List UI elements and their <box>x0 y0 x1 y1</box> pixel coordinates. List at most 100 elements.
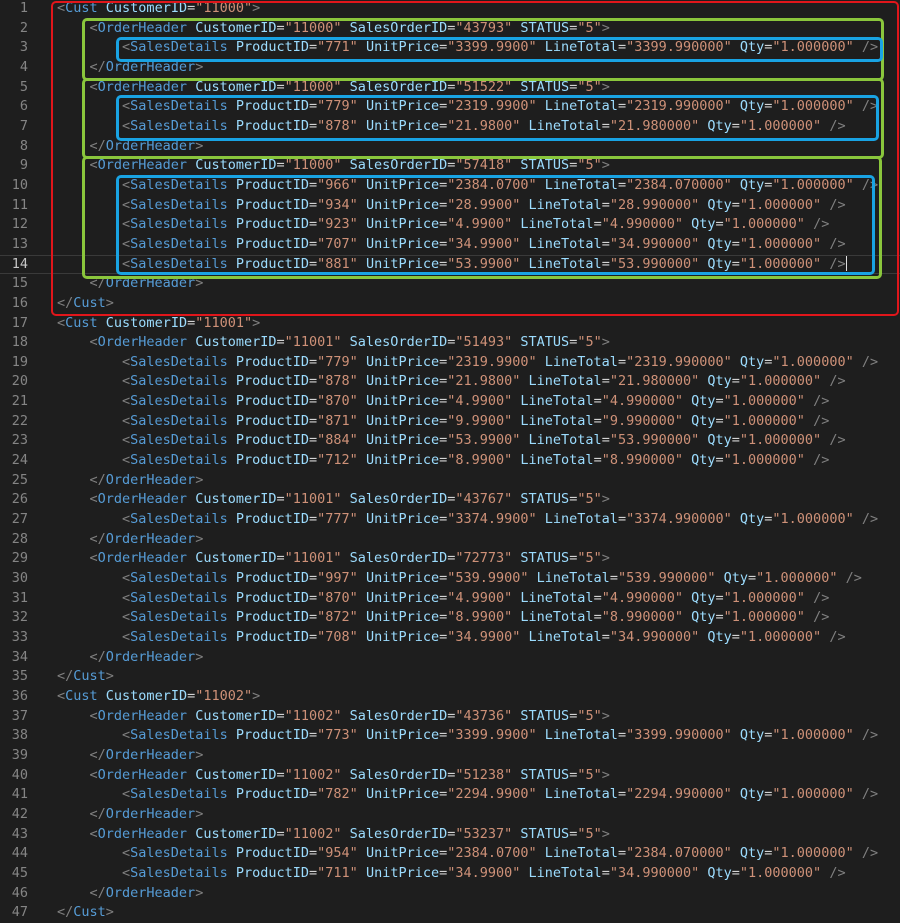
equals-sign: = <box>309 412 318 429</box>
code-line[interactable]: 33 <SalesDetails ProductID="708" UnitPri… <box>0 628 900 648</box>
code-line[interactable]: 10 <SalesDetails ProductID="966" UnitPri… <box>0 176 900 196</box>
xml-punctuation: > <box>195 58 204 75</box>
code-text: <Cust CustomerID="11001"> <box>57 314 260 334</box>
code-line[interactable]: 11 <SalesDetails ProductID="934" UnitPri… <box>0 196 900 216</box>
code-line[interactable]: 8 </OrderHeader> <box>0 137 900 157</box>
xml-punctuation: > <box>601 550 610 567</box>
code-line[interactable]: 36 <Cust CustomerID="11002"> <box>0 687 900 707</box>
attribute-value: "966" <box>317 176 358 193</box>
code-line[interactable]: 26 <OrderHeader CustomerID="11001" Sales… <box>0 490 900 510</box>
xml-punctuation: > <box>195 275 204 292</box>
xml-punctuation: < <box>57 0 66 16</box>
code-line[interactable]: 27 <SalesDetails ProductID="777" UnitPri… <box>0 510 900 530</box>
line-number: 34 <box>11 648 28 665</box>
equals-sign: = <box>309 176 318 193</box>
code-line[interactable]: 13 <SalesDetails ProductID="707" UnitPri… <box>0 235 900 255</box>
tag-name: SalesDetails <box>130 412 228 429</box>
attribute-name: STATUS <box>520 550 570 567</box>
code-line[interactable]: 31 <SalesDetails ProductID="870" UnitPri… <box>0 589 900 609</box>
attribute-value: "1.000000" <box>723 609 805 626</box>
attribute-value: "779" <box>317 353 358 370</box>
attribute-name: ProductID <box>235 353 310 370</box>
code-line[interactable]: 42 </OrderHeader> <box>0 805 900 825</box>
code-line[interactable]: 6 <SalesDetails ProductID="779" UnitPric… <box>0 97 900 117</box>
code-line[interactable]: 1 <Cust CustomerID="11000"> <box>0 0 900 19</box>
attribute-name: CustomerID <box>195 157 277 174</box>
line-number: 28 <box>11 530 28 547</box>
code-line[interactable]: 14 <SalesDetails ProductID="881" UnitPri… <box>0 255 900 275</box>
code-line[interactable]: 39 </OrderHeader> <box>0 746 900 766</box>
code-line[interactable]: 12 <SalesDetails ProductID="923" UnitPri… <box>0 215 900 235</box>
attribute-value: "1.000000" <box>772 39 854 56</box>
code-line[interactable]: 2 <OrderHeader CustomerID="11000" SalesO… <box>0 19 900 39</box>
tag-name: SalesDetails <box>130 570 228 587</box>
code-line[interactable]: 28 </OrderHeader> <box>0 530 900 550</box>
attribute-value: "2384.0700" <box>447 845 537 862</box>
tag-name: Cust <box>65 314 98 331</box>
attribute-value: "11001" <box>284 491 342 508</box>
code-line[interactable]: 34 </OrderHeader> <box>0 648 900 668</box>
line-number: 35 <box>11 668 28 685</box>
attribute-name: STATUS <box>520 491 570 508</box>
code-line[interactable]: 3 <SalesDetails ProductID="771" UnitPric… <box>0 38 900 58</box>
line-number: 13 <box>11 235 28 252</box>
code-line[interactable]: 45 <SalesDetails ProductID="711" UnitPri… <box>0 864 900 884</box>
code-line[interactable]: 43 <OrderHeader CustomerID="11002" Sales… <box>0 825 900 845</box>
attribute-value: "1.000000" <box>772 176 854 193</box>
code-line[interactable]: 9 <OrderHeader CustomerID="11000" SalesO… <box>0 156 900 176</box>
code-line[interactable]: 29 <OrderHeader CustomerID="11001" Sales… <box>0 549 900 569</box>
attribute-name: ProductID <box>235 39 310 56</box>
line-number: 12 <box>11 216 28 233</box>
code-line[interactable]: 41 <SalesDetails ProductID="782" UnitPri… <box>0 785 900 805</box>
code-line[interactable]: 23 <SalesDetails ProductID="884" UnitPri… <box>0 431 900 451</box>
tag-name: SalesDetails <box>130 373 228 390</box>
tag-name: OrderHeader <box>97 157 188 174</box>
attribute-name: Qty <box>739 845 765 862</box>
code-line[interactable]: 7 <SalesDetails ProductID="878" UnitPric… <box>0 117 900 137</box>
attribute-value: "1.000000" <box>772 353 854 370</box>
line-number: 26 <box>11 491 28 508</box>
attribute-value: "711" <box>317 864 358 881</box>
equals-sign: = <box>601 117 610 134</box>
code-editor[interactable]: 1 <Cust CustomerID="11000"> 2 <OrderHeader… <box>0 0 900 923</box>
code-line[interactable]: 18 <OrderHeader CustomerID="11001" Sales… <box>0 333 900 353</box>
xml-punctuation: < <box>122 235 131 252</box>
attribute-value: "1.000000" <box>772 786 854 803</box>
code-line[interactable]: 15 </OrderHeader> <box>0 274 900 294</box>
code-line[interactable]: 19 <SalesDetails ProductID="779" UnitPri… <box>0 353 900 373</box>
code-line[interactable]: 40 <OrderHeader CustomerID="11002" Sales… <box>0 766 900 786</box>
equals-sign: = <box>617 176 627 193</box>
line-number: 3 <box>19 39 28 56</box>
xml-punctuation: < <box>89 19 98 36</box>
code-text: <SalesDetails ProductID="708" UnitPrice=… <box>57 628 846 648</box>
code-line[interactable]: 32 <SalesDetails ProductID="872" UnitPri… <box>0 608 900 628</box>
code-line[interactable]: 4 </OrderHeader> <box>0 58 900 78</box>
code-text: <SalesDetails ProductID="884" UnitPrice=… <box>57 431 846 451</box>
xml-punctuation: < <box>57 314 66 331</box>
code-line[interactable]: 22 <SalesDetails ProductID="871" UnitPri… <box>0 412 900 432</box>
equals-sign: = <box>309 511 318 528</box>
equals-sign: = <box>439 98 448 115</box>
code-line[interactable]: 46 </OrderHeader> <box>0 884 900 904</box>
equals-sign: = <box>617 353 627 370</box>
code-line[interactable]: 16 </Cust> <box>0 294 900 314</box>
code-line[interactable]: 21 <SalesDetails ProductID="870" UnitPri… <box>0 392 900 412</box>
code-line[interactable]: 24 <SalesDetails ProductID="712" UnitPri… <box>0 451 900 471</box>
attribute-name: LineTotal <box>528 117 602 134</box>
xml-punctuation: < <box>122 353 131 370</box>
code-line[interactable]: 35 </Cust> <box>0 667 900 687</box>
attribute-name: LineTotal <box>528 864 602 881</box>
code-line[interactable]: 25 </OrderHeader> <box>0 471 900 491</box>
code-line[interactable]: 37 <OrderHeader CustomerID="11002" Sales… <box>0 707 900 727</box>
code-line[interactable]: 5 <OrderHeader CustomerID="11000" SalesO… <box>0 78 900 98</box>
code-line[interactable]: 38 <SalesDetails ProductID="773" UnitPri… <box>0 726 900 746</box>
attribute-value: "21.9800" <box>447 373 521 390</box>
equals-sign: = <box>309 196 318 213</box>
code-line[interactable]: 20 <SalesDetails ProductID="878" UnitPri… <box>0 372 900 392</box>
code-line[interactable]: 17 <Cust CustomerID="11001"> <box>0 314 900 334</box>
code-line[interactable]: 30 <SalesDetails ProductID="997" UnitPri… <box>0 569 900 589</box>
code-line[interactable]: 44 <SalesDetails ProductID="954" UnitPri… <box>0 844 900 864</box>
equals-sign: = <box>439 235 448 252</box>
code-text: <SalesDetails ProductID="870" UnitPrice=… <box>57 589 829 609</box>
xml-punctuation: < <box>122 39 131 56</box>
